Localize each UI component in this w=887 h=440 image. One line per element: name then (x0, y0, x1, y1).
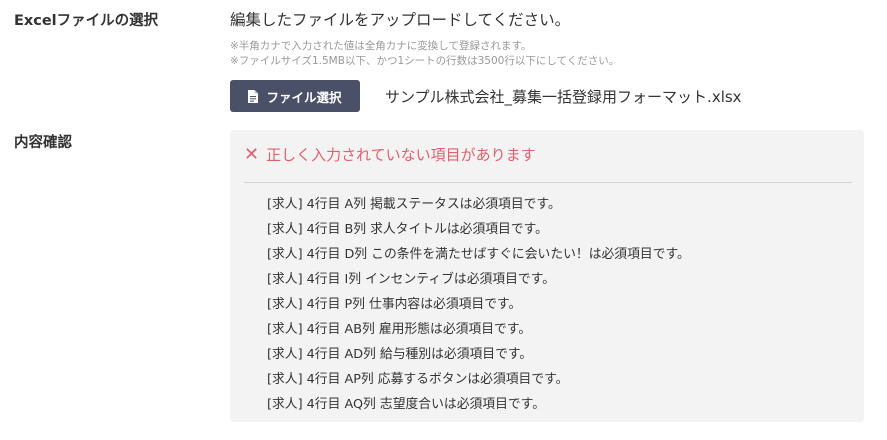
note-kana-conversion: ※半角カナで入力された値は全角カナに変換して登録されます。 (230, 40, 532, 52)
error-header: ✕ 正しく入力されていない項目があります (244, 144, 536, 165)
upload-instruction: 編集したファイルをアップロードしてください。 (230, 11, 571, 29)
error-item: [求人] 4行目 AB列 雇用形態は必須項目です。 (267, 322, 532, 337)
error-item: [求人] 4行目 P列 仕事内容は必須項目です。 (267, 297, 522, 312)
note-file-size: ※ファイルサイズ1.5MB以下、かつ1シートの行数は3500行以下にしてください… (230, 55, 620, 67)
selected-file-name: サンプル株式会社_募集一括登録用フォーマット.xlsx (385, 88, 742, 106)
error-item: [求人] 4行目 B列 求人タイトルは必須項目です。 (267, 222, 548, 237)
close-icon: ✕ (244, 143, 260, 165)
error-item: [求人] 4行目 AQ列 志望度合いは必須項目です。 (267, 397, 545, 412)
divider (244, 182, 852, 183)
file-select-button-label: ファイル選択 (266, 89, 342, 105)
error-header-text: 正しく入力されていない項目があります (266, 146, 536, 164)
content-confirm-label: 内容確認 (14, 135, 72, 151)
error-panel: ✕ 正しく入力されていない項目があります [求人] 4行目 A列 掲載ステータス… (230, 130, 864, 422)
file-select-button[interactable]: ファイル選択 (230, 80, 360, 112)
excel-file-label: Excelファイルの選択 (14, 13, 159, 29)
error-item: [求人] 4行目 D列 この条件を満たせばすぐに会いたい！は必須項目です。 (267, 247, 690, 262)
error-list: [求人] 4行目 A列 掲載ステータスは必須項目です。 [求人] 4行目 B列 … (267, 192, 690, 417)
error-item: [求人] 4行目 I列 インセンティブは必須項目です。 (267, 272, 555, 287)
document-icon (248, 89, 259, 103)
error-item: [求人] 4行目 A列 掲載ステータスは必須項目です。 (267, 197, 561, 212)
error-item: [求人] 4行目 AP列 応募するボタンは必須項目です。 (267, 372, 569, 387)
error-item: [求人] 4行目 AD列 給与種別は必須項目です。 (267, 347, 533, 362)
